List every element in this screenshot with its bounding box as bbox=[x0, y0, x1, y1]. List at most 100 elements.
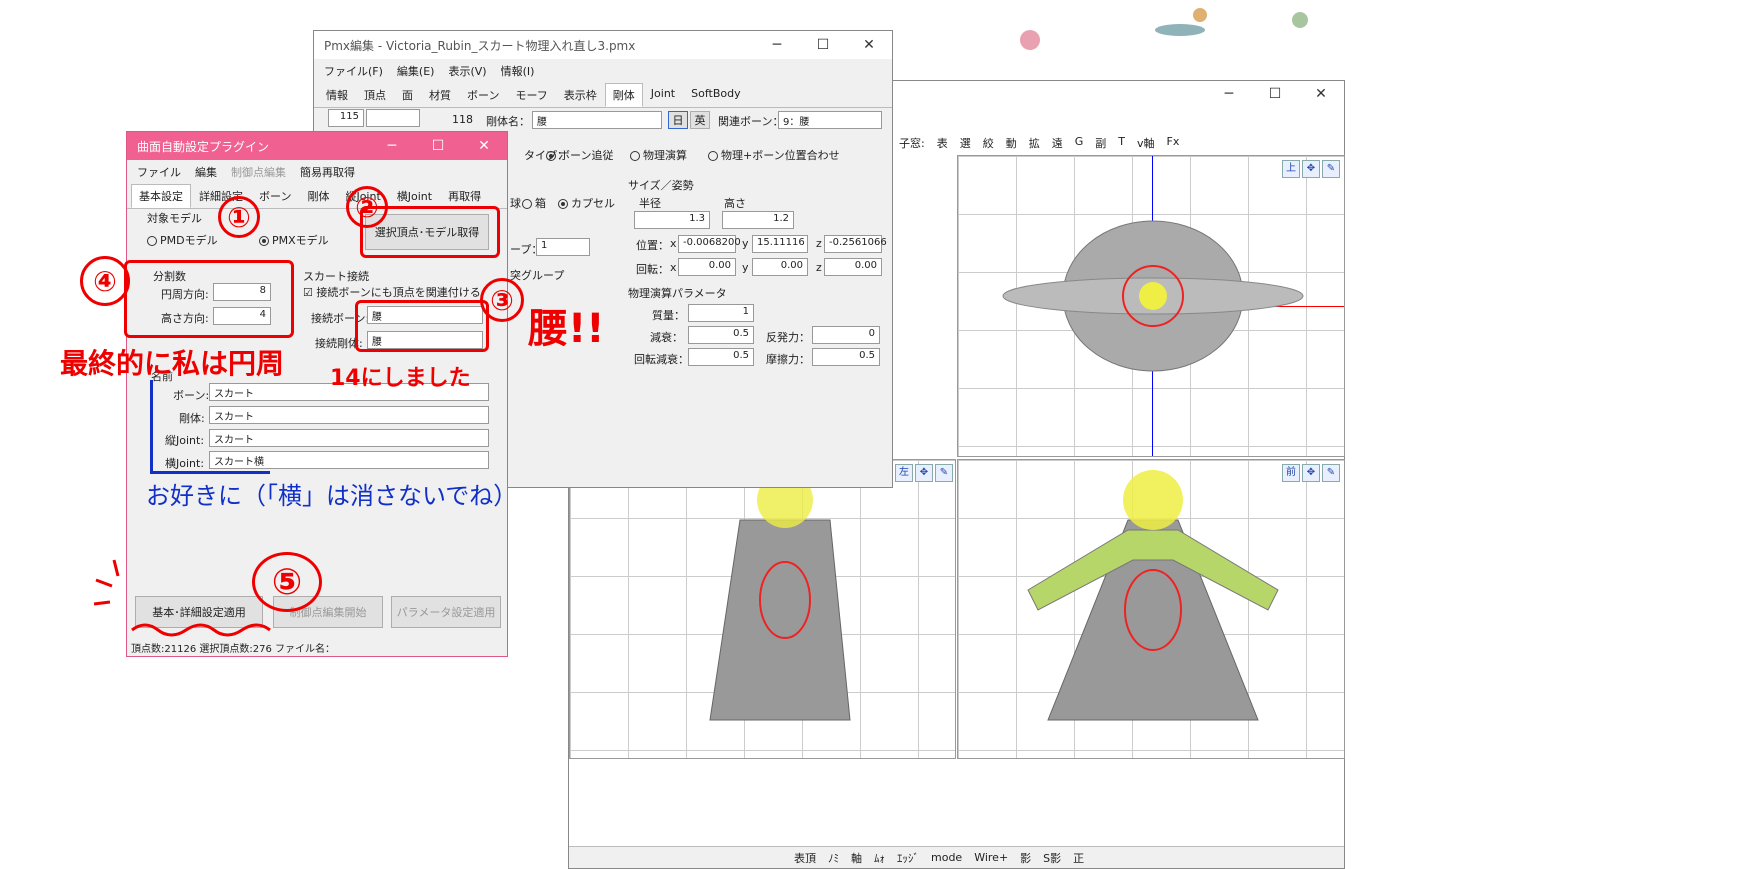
rot-damping-input[interactable]: 0.5 bbox=[688, 348, 754, 366]
close-icon[interactable]: ✕ bbox=[1298, 86, 1344, 102]
annotation-wave bbox=[131, 623, 271, 637]
tool-item[interactable]: 動 bbox=[1006, 135, 1017, 151]
rot-x-input[interactable]: 0.00 bbox=[678, 258, 736, 276]
menu-file[interactable]: ファイル bbox=[137, 164, 181, 180]
tool-item[interactable]: 選 bbox=[960, 135, 971, 151]
pos-x-input[interactable]: -0.0068200 bbox=[678, 235, 741, 253]
menu-info[interactable]: 情報(I) bbox=[501, 63, 535, 79]
index-field-2[interactable] bbox=[366, 109, 420, 127]
annotation-waist: 腰!! bbox=[528, 306, 605, 352]
tab[interactable]: 剛体 bbox=[299, 184, 337, 208]
mode-select[interactable]: mode bbox=[931, 851, 962, 864]
bottom-tool[interactable]: ｴｯｼﾞ bbox=[897, 850, 919, 866]
pmx-radio[interactable]: PMXモデル bbox=[259, 232, 329, 248]
minimize-icon[interactable]: ─ bbox=[754, 37, 800, 53]
annotation-marks bbox=[93, 559, 120, 606]
rot-z-input[interactable]: 0.00 bbox=[824, 258, 882, 276]
minimize-icon[interactable]: ─ bbox=[1206, 86, 1252, 102]
tab[interactable]: 面 bbox=[394, 83, 421, 107]
tab[interactable]: Joint bbox=[643, 83, 683, 107]
move-damping-input[interactable]: 0.5 bbox=[688, 326, 754, 344]
tool-item[interactable]: 絞 bbox=[983, 135, 994, 151]
bottom-tool[interactable]: 影 bbox=[1020, 850, 1031, 866]
close-icon[interactable]: ✕ bbox=[461, 138, 507, 154]
tool-item[interactable]: 表 bbox=[937, 135, 948, 151]
tab[interactable]: モーフ bbox=[507, 83, 555, 107]
bottom-tool[interactable]: ﾑｫ bbox=[874, 850, 885, 866]
annotation-box-div bbox=[124, 260, 294, 338]
mass-input[interactable]: 1 bbox=[688, 304, 754, 322]
pmd-radio[interactable]: PMDモデル bbox=[147, 232, 218, 248]
floral-decoration bbox=[1020, 8, 1308, 50]
menu-edit[interactable]: 編集(E) bbox=[397, 63, 435, 79]
height-input[interactable]: 1.2 bbox=[722, 211, 794, 229]
bottom-tool[interactable]: S影 bbox=[1043, 850, 1061, 866]
bottom-tool[interactable]: ﾉﾐ bbox=[828, 850, 839, 866]
tab[interactable]: 材質 bbox=[421, 83, 459, 107]
friction-input[interactable]: 0.5 bbox=[812, 348, 880, 366]
bottom-tool[interactable]: 軸 bbox=[851, 850, 862, 866]
menu-ctrl-edit[interactable]: 制御点編集 bbox=[231, 164, 286, 180]
pos-y-input[interactable]: 15.11116 bbox=[752, 235, 808, 253]
apply-param-button[interactable]: パラメータ設定適用 bbox=[391, 596, 501, 628]
tool-item[interactable]: 拡 bbox=[1029, 135, 1040, 151]
tab[interactable]: 情報 bbox=[318, 83, 356, 107]
fx-button[interactable]: Fx bbox=[1167, 135, 1180, 151]
tool-item[interactable]: T bbox=[1118, 135, 1125, 151]
vaxis-button[interactable]: v軸 bbox=[1137, 135, 1155, 151]
bottom-tool[interactable]: 正 bbox=[1073, 850, 1084, 866]
tab[interactable]: SoftBody bbox=[683, 83, 748, 107]
menu-view[interactable]: 表示(V) bbox=[448, 63, 486, 79]
maximize-icon[interactable]: ☐ bbox=[800, 37, 846, 53]
annotation-final: 最終的に私は円周 bbox=[60, 347, 285, 380]
viewport-top[interactable]: 上 ✥ ✎ bbox=[957, 155, 1345, 457]
minimize-icon[interactable]: ─ bbox=[369, 138, 415, 154]
related-bone-select[interactable]: 9：腰 bbox=[778, 111, 882, 129]
tool-icon[interactable]: ✎ bbox=[1322, 464, 1340, 482]
maximize-icon[interactable]: ☐ bbox=[1252, 86, 1298, 102]
close-icon[interactable]: ✕ bbox=[846, 37, 892, 53]
move-icon[interactable]: ✥ bbox=[1302, 464, 1320, 482]
window-title: 曲面自動設定プラグイン bbox=[137, 139, 270, 154]
menu-edit[interactable]: 編集 bbox=[195, 164, 217, 180]
repulsion-input[interactable]: 0 bbox=[812, 326, 880, 344]
tab-basic[interactable]: 基本設定 bbox=[131, 184, 191, 208]
tab[interactable]: ボーン bbox=[459, 83, 507, 107]
shape-sphere-radio[interactable]: 球 bbox=[510, 195, 521, 211]
tab[interactable]: 横Joint bbox=[389, 184, 440, 208]
bottom-tool[interactable]: 表頂 bbox=[794, 850, 816, 866]
tool-icon[interactable]: ✎ bbox=[1322, 160, 1340, 178]
menu-file[interactable]: ファイル(F) bbox=[324, 63, 383, 79]
tool-item[interactable]: G bbox=[1075, 135, 1084, 151]
viewport-left[interactable]: 左 ✥ ✎ bbox=[569, 459, 956, 759]
pos-z-input[interactable]: -0.2561066 bbox=[824, 235, 887, 253]
lang-jp-button[interactable]: 日 bbox=[668, 111, 688, 129]
tab[interactable]: 頂点 bbox=[356, 83, 394, 107]
bottom-tool[interactable]: Wire+ bbox=[974, 851, 1008, 864]
menu-reacquire[interactable]: 簡易再取得 bbox=[300, 164, 355, 180]
lang-en-button[interactable]: 英 bbox=[690, 111, 710, 129]
type-bone-radio[interactable]: ボーン追従 bbox=[546, 147, 613, 163]
move-icon[interactable]: ✥ bbox=[915, 464, 933, 482]
viewport-front[interactable]: 前 ✥ ✎ bbox=[957, 459, 1345, 759]
rot-y-input[interactable]: 0.00 bbox=[752, 258, 808, 276]
tab-rigidbody[interactable]: 剛体 bbox=[604, 83, 643, 107]
radius-input[interactable]: 1.3 bbox=[634, 211, 710, 229]
type-phys-radio[interactable]: 物理演算 bbox=[630, 147, 687, 163]
body-name-input[interactable]: 腰 bbox=[532, 111, 662, 129]
link-vertex-checkbox[interactable]: ☑ 接続ボーンにも頂点を関連付ける bbox=[303, 284, 481, 300]
tab[interactable]: 表示枠 bbox=[556, 83, 605, 107]
shape-box-radio[interactable]: 箱 bbox=[522, 195, 546, 211]
shape-capsule-radio[interactable]: カプセル bbox=[558, 195, 615, 211]
group-select[interactable]: 1 bbox=[536, 238, 590, 256]
tool-item[interactable]: 遠 bbox=[1052, 135, 1063, 151]
type-mix-radio[interactable]: 物理+ボーン位置合わせ bbox=[708, 147, 840, 163]
tab[interactable]: ボーン bbox=[251, 184, 299, 208]
tab[interactable]: 再取得 bbox=[440, 184, 489, 208]
tool-icon[interactable]: ✎ bbox=[935, 464, 953, 482]
view-label-left: 左 bbox=[895, 464, 913, 482]
move-icon[interactable]: ✥ bbox=[1302, 160, 1320, 178]
index-field[interactable]: 115 bbox=[328, 109, 364, 127]
tool-item[interactable]: 副 bbox=[1095, 135, 1106, 151]
maximize-icon[interactable]: ☐ bbox=[415, 138, 461, 154]
